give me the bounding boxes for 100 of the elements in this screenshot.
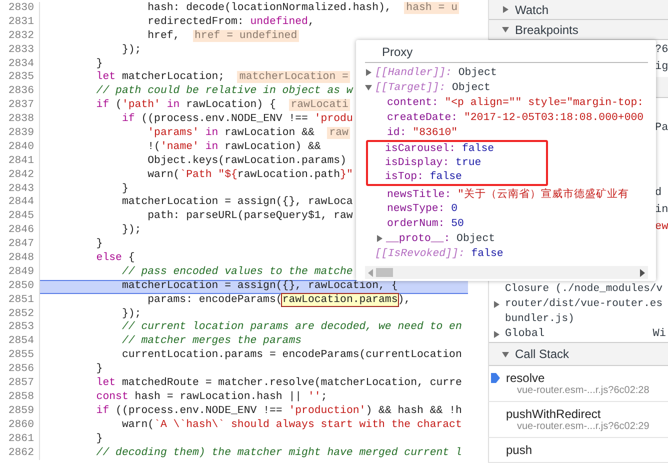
- line-number: 2857: [0, 377, 40, 391]
- code-line: href, href = undefined: [146, 30, 300, 44]
- line-number: 2839: [0, 127, 40, 141]
- line-number: 2843: [0, 182, 40, 196]
- line-number: 2832: [0, 30, 40, 44]
- line-number: 2835: [0, 71, 40, 86]
- line-number: 2855: [0, 349, 40, 364]
- code-line: });: [120, 308, 142, 321]
- scope-entry[interactable]: Closure (./node_modules/v router/dist/vue-router.es bundler.js): [488, 282, 668, 327]
- line-number: 2842: [0, 168, 40, 183]
- scope-text: in: [655, 204, 668, 216]
- code-line: // current location params are decoded, we need to en: [120, 321, 462, 335]
- code-line: // path could be relative in object as w: [95, 85, 353, 99]
- property-entry: createDate: "2017-12-05T03:18:08.000+000: [387, 112, 644, 124]
- code-line: redirectedFrom: undefined,: [146, 16, 314, 30]
- expanded-triangle-icon[interactable]: [365, 84, 372, 91]
- horizontal-scrollbar[interactable]: [365, 266, 648, 279]
- code-line: }: [95, 432, 103, 446]
- property-entry: [[IsRevoked]]: false: [375, 248, 504, 260]
- property-entry: content: "<p align="" style="margin-top:: [387, 96, 644, 108]
- property-entry[interactable]: [[Target]]: Object: [375, 82, 490, 94]
- line-number: 2845: [0, 210, 40, 224]
- code-line: !('name' in rawLocation) &&: [146, 140, 321, 155]
- popover-title: Proxy: [365, 44, 648, 63]
- code-line: }: [95, 238, 103, 252]
- code-line: hash: decode(locationNormalized.hash), hash = u: [146, 2, 460, 16]
- line-number: 2834: [0, 58, 40, 72]
- call-stack-frame[interactable]: push: [488, 438, 668, 463]
- code-line: }: [95, 58, 103, 71]
- code-line: 'params' in rawLocation && raw: [146, 127, 350, 141]
- line-number: 2856: [0, 363, 40, 378]
- code-line: currentLocation.params = encodeParams(currentLocation: [120, 349, 462, 364]
- line-number: 2862: [0, 446, 40, 460]
- code-line: // pass encoded values to the matche: [120, 266, 353, 280]
- code-line: // decoding them) the matcher might have merged current l: [95, 446, 462, 460]
- breakpoint-text: ?6: [655, 44, 668, 56]
- code-line: Object.keys(rawLocation.params): [146, 154, 346, 169]
- code-line: // matcher merges the params: [120, 335, 302, 349]
- section-header[interactable]: Breakpoints: [488, 20, 668, 40]
- scope-entry[interactable]: Global Wi: [488, 326, 668, 342]
- inline-value-hint: raw: [327, 127, 350, 140]
- line-number: 2861: [0, 432, 40, 446]
- collapsed-triangle-icon[interactable]: [365, 69, 372, 76]
- property-entry: newsType: 0: [387, 202, 458, 214]
- line-number: 2833: [0, 44, 40, 58]
- collapsed-triangle-icon[interactable]: [493, 300, 500, 308]
- line-number: 2831: [0, 16, 40, 30]
- section-header[interactable]: Watch: [488, 0, 668, 20]
- evaluated-expression[interactable]: rawLocation.params: [282, 294, 398, 306]
- line-number: 2846: [0, 224, 40, 238]
- line-number: 2840: [0, 140, 40, 155]
- call-stack-frame[interactable]: resolve vue-router.esm-...r.js?6c02:28: [488, 366, 668, 402]
- call-stack-frame[interactable]: pushWithRedirect vue-router.esm-...r.js?6c02:29: [488, 402, 668, 438]
- code-line: });: [120, 224, 142, 238]
- line-number: 2837: [0, 99, 40, 114]
- code-line: let matcherLocation; matcherLocation =: [95, 71, 350, 85]
- code-line: }: [120, 182, 128, 196]
- line-number: 2836: [0, 85, 40, 100]
- collapsed-triangle-icon[interactable]: [376, 235, 383, 242]
- property-entry: isTop: false: [385, 171, 462, 183]
- line-number: 2841: [0, 154, 40, 169]
- property-entry: isDisplay: true: [385, 157, 482, 169]
- code-line: else {: [95, 252, 135, 266]
- line-number: 2830: [0, 2, 40, 16]
- code-line: warn(`Path "${rawLocation.path}": [146, 168, 353, 183]
- collapsed-triangle-icon[interactable]: [493, 330, 500, 338]
- inline-value-hint: rawLocati: [288, 99, 350, 112]
- breakpoint-text: ig: [655, 61, 668, 73]
- property-entry: isCarousel: false: [385, 143, 494, 155]
- line-number: 2851: [0, 294, 40, 308]
- line-number: 2844: [0, 196, 40, 210]
- line-number: 2847: [0, 238, 40, 252]
- scope-text: Pa: [655, 122, 668, 134]
- line-number: 2852: [0, 308, 40, 322]
- property-entry: orderNum: 50: [387, 218, 464, 230]
- code-line: warn(`A \`hash\` should always start with the charact: [120, 418, 462, 433]
- inline-value-hint: matcherLocation =: [237, 71, 350, 84]
- line-number: 2838: [0, 113, 40, 128]
- section-header[interactable]: Call Stack: [488, 342, 668, 366]
- expanded-triangle-icon[interactable]: [502, 350, 509, 358]
- line-number: 2848: [0, 252, 40, 266]
- inline-value-hint: hash = u: [404, 2, 460, 14]
- property-entry[interactable]: __proto__: Object: [386, 232, 496, 244]
- expanded-triangle-icon[interactable]: [502, 26, 509, 33]
- property-entry: id: "83610": [387, 126, 458, 138]
- code-line: const hash = rawLocation.hash || '';: [95, 390, 328, 405]
- code-line: let matchedRoute = matcher.resolve(matcherLocation, curre: [95, 377, 462, 391]
- line-number: 2858: [0, 390, 40, 405]
- code-line: matcherLocation = assign({}, rawLoca: [120, 196, 353, 210]
- scrollbar-thumb[interactable]: [376, 268, 393, 277]
- property-entry: newsTitle: "关于（云南省）宣威市德盛矿业有: [387, 187, 629, 200]
- line-number: 2850: [0, 280, 40, 294]
- code-line: if ('path' in rawLocation) { rawLocati: [95, 99, 350, 113]
- code-line: params: encodeParams(rawLocation.params),: [146, 294, 411, 308]
- scroll-right-arrow-icon[interactable]: [640, 268, 645, 276]
- property-entry[interactable]: [[Handler]]: Object: [375, 66, 497, 78]
- collapsed-triangle-icon[interactable]: [502, 6, 509, 13]
- scope-text: d: [655, 187, 662, 200]
- inline-value-hint: href = undefined: [192, 30, 300, 42]
- code-line: if ((process.env.NODE_ENV !== 'production') && hash && !h: [95, 404, 462, 419]
